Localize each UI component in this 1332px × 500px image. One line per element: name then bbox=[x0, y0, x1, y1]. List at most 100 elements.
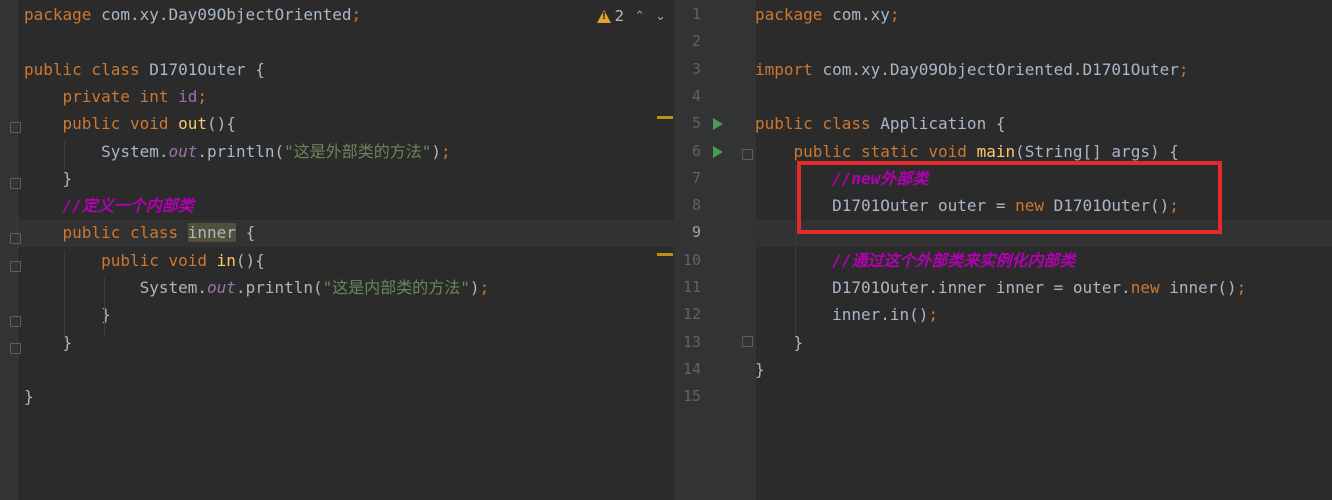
run-gutter-icon[interactable] bbox=[713, 118, 723, 130]
code-token: D1701Outer.inner inner = outer. bbox=[755, 278, 1131, 297]
code-token: public class bbox=[755, 114, 881, 134]
line-number: 12 bbox=[682, 305, 701, 324]
code-token: ; bbox=[197, 86, 208, 106]
fold-icon[interactable] bbox=[742, 336, 753, 347]
code-token: id bbox=[178, 86, 198, 106]
code-token: ; bbox=[1178, 59, 1189, 79]
inspection-widget[interactable]: 2 ⌃ ⌄ bbox=[596, 6, 666, 26]
code-token: (){ bbox=[207, 114, 236, 134]
code-token: in bbox=[216, 250, 236, 270]
code-line[interactable]: inner.in(); bbox=[755, 301, 938, 328]
fold-icon[interactable] bbox=[10, 178, 21, 189]
code-token: inner bbox=[187, 223, 236, 243]
code-token: //定义一个内部类 bbox=[62, 196, 194, 216]
code-token: package bbox=[755, 5, 833, 24]
code-token: } bbox=[24, 168, 73, 188]
code-line[interactable]: public class Application { bbox=[755, 110, 1005, 137]
code-token: public class bbox=[24, 223, 188, 243]
line-number: 3 bbox=[691, 59, 701, 78]
left-editor[interactable]: package com.xy.Day09ObjectOriented; publi… bbox=[0, 0, 674, 500]
code-token: com.xy bbox=[832, 5, 890, 24]
warning-icon[interactable] bbox=[596, 9, 611, 23]
code-token: } bbox=[755, 332, 804, 352]
code-token: (){ bbox=[235, 250, 265, 270]
code-token: new bbox=[1130, 278, 1170, 297]
code-token: import bbox=[755, 59, 823, 79]
indent-guide bbox=[795, 165, 796, 335]
fold-icon[interactable] bbox=[10, 233, 21, 244]
line-number: 9 bbox=[691, 223, 701, 242]
code-token: out bbox=[168, 141, 198, 161]
code-line[interactable]: import com.xy.Day09ObjectOriented.D1701O… bbox=[755, 56, 1189, 83]
fold-icon[interactable] bbox=[10, 261, 21, 272]
code-token: "这是外部类的方法" bbox=[284, 141, 432, 161]
fold-icon[interactable] bbox=[10, 316, 21, 327]
code-line[interactable]: System.out.println("这是外部类的方法"); bbox=[24, 138, 451, 165]
line-number: 8 bbox=[691, 196, 701, 215]
code-line[interactable]: package com.xy.Day09ObjectOriented; bbox=[24, 1, 361, 28]
code-token: com.xy.Day09ObjectOriented.D1701Outer bbox=[822, 59, 1179, 79]
code-line[interactable]: package com.xy; bbox=[755, 1, 900, 28]
code-line[interactable]: } bbox=[24, 383, 34, 410]
code-line[interactable]: public class D1701Outer { bbox=[24, 56, 265, 83]
indent-guide bbox=[64, 140, 65, 170]
annotation-box bbox=[797, 161, 1222, 234]
code-token: (String[] args) { bbox=[1015, 141, 1179, 161]
code-token: } bbox=[24, 387, 34, 407]
line-number: 11 bbox=[682, 278, 701, 296]
fold-icon[interactable] bbox=[10, 122, 21, 133]
chevron-down-icon[interactable]: ⌄ bbox=[655, 9, 666, 24]
code-token: inner() bbox=[1169, 278, 1237, 297]
warning-mark[interactable] bbox=[657, 116, 673, 119]
left-gutter bbox=[0, 0, 18, 500]
line-number: 14 bbox=[682, 359, 701, 378]
code-line[interactable]: //定义一个内部类 bbox=[24, 192, 194, 219]
code-line[interactable]: public void out(){ bbox=[24, 110, 236, 137]
code-token: .println( bbox=[235, 278, 323, 297]
code-token: public void bbox=[24, 114, 179, 134]
code-token: Application { bbox=[880, 114, 1006, 134]
warning-count[interactable]: 2 bbox=[615, 7, 625, 25]
fold-icon[interactable] bbox=[10, 343, 21, 354]
code-token: ; bbox=[1236, 278, 1247, 297]
line-number: 13 bbox=[682, 332, 701, 351]
fold-icon[interactable] bbox=[742, 149, 753, 160]
code-line[interactable]: private int id; bbox=[24, 83, 208, 110]
code-token: com.xy.Day09ObjectOriented bbox=[101, 5, 352, 24]
code-line[interactable]: public void in(){ bbox=[24, 247, 265, 274]
code-token: System. bbox=[24, 141, 169, 161]
code-token: D1701Outer { bbox=[149, 59, 265, 79]
code-line[interactable]: } bbox=[755, 356, 765, 383]
line-number: 4 bbox=[691, 86, 701, 105]
code-line[interactable]: } bbox=[24, 301, 111, 328]
line-number: 1 bbox=[691, 5, 701, 23]
code-token: ) bbox=[469, 278, 480, 297]
code-token: System. bbox=[24, 278, 208, 297]
code-line[interactable]: System.out.println("这是内部类的方法"); bbox=[24, 274, 490, 301]
indent-guide bbox=[104, 277, 105, 337]
code-token: public static void bbox=[755, 141, 977, 161]
code-token: ; bbox=[441, 141, 451, 161]
code-token: inner.in() bbox=[755, 305, 929, 325]
code-token: package bbox=[24, 5, 102, 24]
line-number: 15 bbox=[682, 387, 701, 406]
code-token: out bbox=[178, 114, 208, 134]
code-token: main bbox=[976, 141, 1016, 161]
indent-guide bbox=[64, 250, 65, 340]
warning-mark[interactable] bbox=[657, 253, 673, 256]
code-token: ) bbox=[431, 141, 442, 161]
right-editor[interactable]: 1 2 3 4 5 6 7 8 9 10 11 12 13 14 15 package com.xy; imp… bbox=[676, 0, 1332, 500]
line-number: 6 bbox=[691, 141, 701, 160]
code-token: public class bbox=[24, 59, 150, 79]
code-token: { bbox=[235, 223, 256, 243]
code-token: //通过这个外部类来实例化内部类 bbox=[832, 250, 1076, 270]
chevron-up-icon[interactable]: ⌃ bbox=[634, 9, 645, 24]
run-gutter-icon[interactable] bbox=[713, 146, 723, 158]
code-token: public void bbox=[24, 250, 217, 270]
code-line[interactable]: public class inner { bbox=[24, 219, 255, 246]
code-line[interactable]: //通过这个外部类来实例化内部类 bbox=[755, 247, 1075, 274]
code-line[interactable]: D1701Outer.inner inner = outer.new inner… bbox=[755, 274, 1246, 301]
line-number: 2 bbox=[691, 32, 701, 51]
